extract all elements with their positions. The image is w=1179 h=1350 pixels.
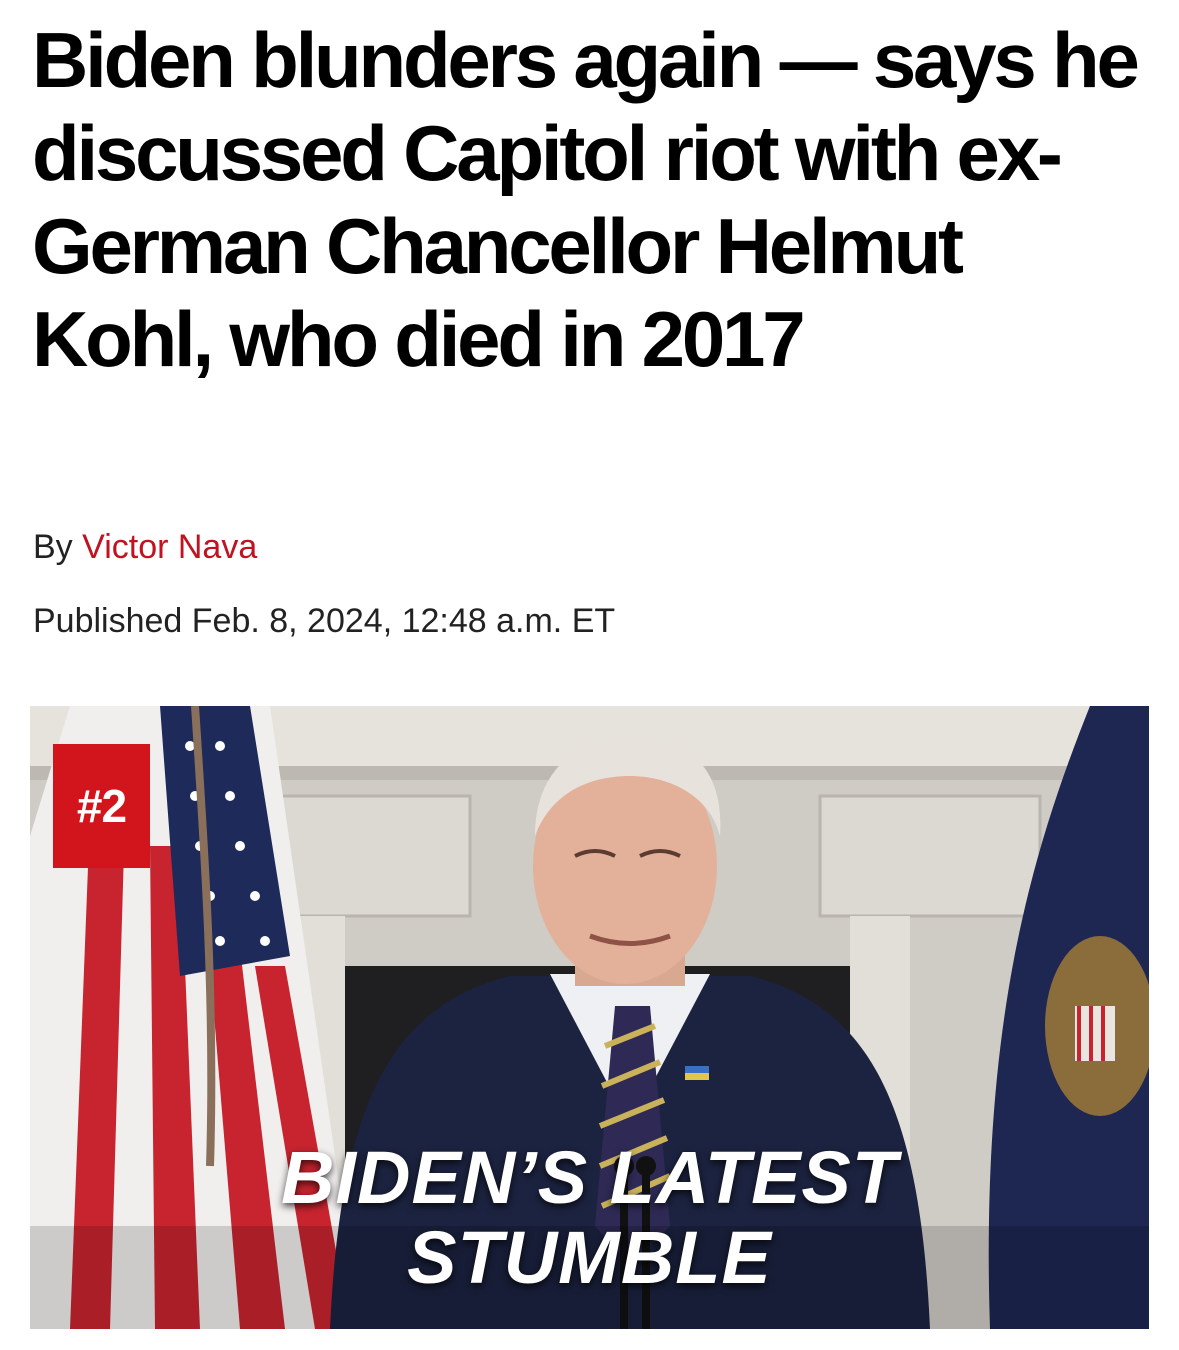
author-link[interactable]: Victor Nava <box>82 528 257 566</box>
byline-prefix: By <box>33 528 83 566</box>
hero-video-thumbnail[interactable]: #2 BIDEN’S LATEST STUMBLE <box>30 706 1149 1329</box>
caption-line-1: BIDEN’S LATEST <box>281 1136 898 1219</box>
video-caption: BIDEN’S LATEST STUMBLE <box>30 1138 1149 1298</box>
publish-date: Published Feb. 8, 2024, 12:48 a.m. ET <box>33 602 616 640</box>
article-headline: Biden blunders again — says he discussed… <box>32 16 1140 383</box>
rank-badge: #2 <box>53 744 150 868</box>
byline: By Victor Nava <box>33 528 257 567</box>
caption-line-2: STUMBLE <box>407 1216 772 1299</box>
